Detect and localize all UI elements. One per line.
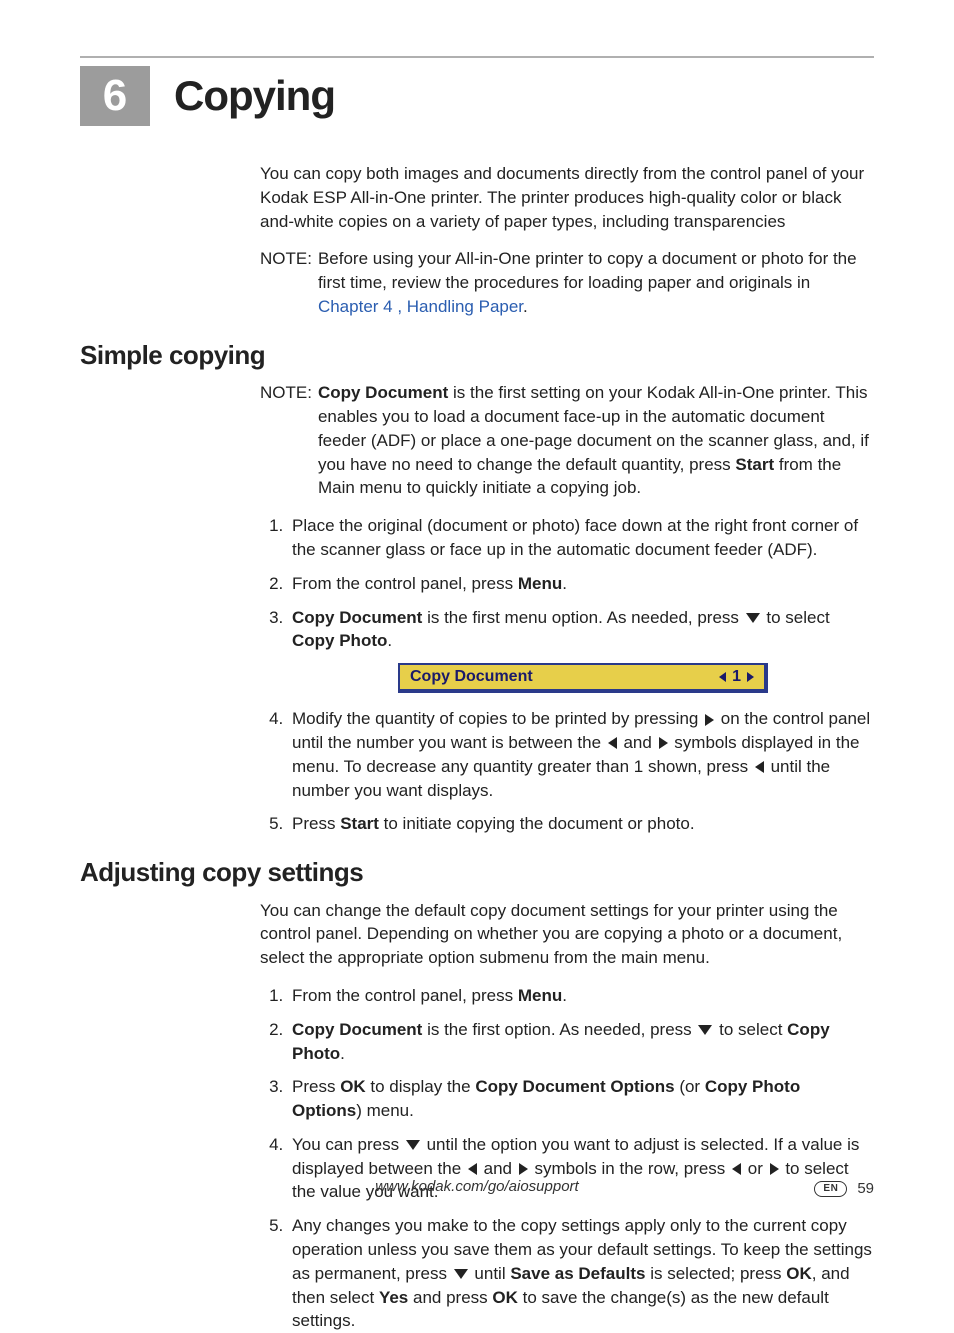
down-arrow-icon [406, 1140, 420, 1150]
footer-url: www.kodak.com/go/aiosupport [375, 1176, 578, 1197]
page-number: 59 [857, 1178, 874, 1199]
note-text-before: Before using your All-in-One printer to … [318, 249, 857, 292]
step-text: to select [714, 1020, 787, 1039]
intro-note: NOTE: Before using your All-in-One print… [260, 247, 874, 318]
note-label: NOTE: [260, 381, 312, 500]
note-body: Copy Document is the first setting on yo… [318, 381, 874, 500]
bold-copy-photo: Copy Photo [292, 631, 387, 650]
step-text: is the first menu option. As needed, pre… [422, 608, 743, 627]
step-2: Copy Document is the first option. As ne… [288, 1018, 874, 1066]
step-text: (or [675, 1077, 705, 1096]
simple-note: NOTE: Copy Document is the first setting… [260, 381, 874, 500]
chapter-4-link[interactable]: Chapter 4 , Handling Paper [318, 297, 523, 316]
step-1: From the control panel, press Menu. [288, 984, 874, 1008]
page-footer: www.kodak.com/go/aiosupport EN 59 [80, 1176, 874, 1197]
bold-menu: Menu [518, 986, 562, 1005]
step-text: to display the [366, 1077, 476, 1096]
step-text: and [479, 1159, 517, 1178]
step-3: Press OK to display the Copy Document Op… [288, 1075, 874, 1123]
step-text: symbols in the row, press [530, 1159, 730, 1178]
step-text: Press [292, 814, 340, 833]
step-text: is the first option. As needed, press [422, 1020, 696, 1039]
bold-copy-document: Copy Document [292, 1020, 422, 1039]
step-text: to initiate copying the document or phot… [379, 814, 695, 833]
bold-start: Start [340, 814, 379, 833]
section-adjusting: Adjusting copy settings [80, 854, 874, 890]
left-arrow-icon [608, 737, 617, 749]
manual-page: 6 Copying You can copy both images and d… [0, 0, 954, 1235]
step-text: until [470, 1264, 511, 1283]
right-arrow-icon [770, 1163, 779, 1175]
lcd-label: Copy Document [410, 666, 533, 688]
step-text: You can press [292, 1135, 404, 1154]
down-arrow-icon [746, 613, 760, 623]
footer-page-group: EN 59 [814, 1178, 874, 1199]
step-text: From the control panel, press [292, 574, 518, 593]
lcd-display: Copy Document 1 [398, 663, 768, 693]
chapter-title: Copying [174, 67, 335, 126]
left-arrow-icon [755, 761, 764, 773]
note-body: Before using your All-in-One printer to … [318, 247, 874, 318]
bold-start: Start [735, 455, 774, 474]
step-text: to select [762, 608, 830, 627]
bold-copy-document: Copy Document [292, 608, 422, 627]
chapter-header: 6 Copying [80, 66, 874, 126]
chapter-number-box: 6 [80, 66, 150, 126]
bold-ok: OK [786, 1264, 812, 1283]
step-text: Modify the quantity of copies to be prin… [292, 709, 703, 728]
bold-yes: Yes [379, 1288, 408, 1307]
step-text: or [743, 1159, 768, 1178]
right-arrow-icon [705, 714, 714, 726]
bold-menu: Menu [518, 574, 562, 593]
step-5: Press Start to initiate copying the docu… [288, 812, 874, 836]
step-5: Any changes you make to the copy setting… [288, 1214, 874, 1333]
section-simple-copying: Simple copying [80, 337, 874, 373]
left-arrow-icon [468, 1163, 477, 1175]
step-text: and press [408, 1288, 492, 1307]
intro-paragraph: You can copy both images and documents d… [260, 162, 874, 233]
right-arrow-icon [747, 672, 754, 682]
step-text: From the control panel, press [292, 986, 518, 1005]
bold-save-as-defaults: Save as Defaults [510, 1264, 645, 1283]
step-text: . [387, 631, 392, 650]
bold-ok: OK [492, 1288, 518, 1307]
lcd-qty-value: 1 [732, 666, 741, 688]
language-badge: EN [814, 1181, 847, 1197]
bold-copy-document-options: Copy Document Options [475, 1077, 674, 1096]
step-text: is selected; press [645, 1264, 786, 1283]
note-text-after: . [523, 297, 528, 316]
step-text: Place the original (document or photo) f… [292, 516, 858, 559]
top-rule [80, 56, 874, 58]
step-1: Place the original (document or photo) f… [288, 514, 874, 562]
simple-steps: Place the original (document or photo) f… [260, 514, 874, 836]
step-3: Copy Document is the first menu option. … [288, 606, 874, 694]
bold-copy-document: Copy Document [318, 383, 448, 402]
step-text: Press [292, 1077, 340, 1096]
lcd-quantity: 1 [719, 666, 754, 688]
left-arrow-icon [719, 672, 726, 682]
step-text: ) menu. [356, 1101, 414, 1120]
adjust-intro: You can change the default copy document… [260, 899, 874, 970]
adjust-steps: From the control panel, press Menu. Copy… [260, 984, 874, 1333]
down-arrow-icon [454, 1269, 468, 1279]
left-arrow-icon [732, 1163, 741, 1175]
bold-ok: OK [340, 1077, 366, 1096]
step-text: . [340, 1044, 345, 1063]
step-text: . [562, 986, 567, 1005]
step-text: and [619, 733, 657, 752]
note-label: NOTE: [260, 247, 312, 318]
step-text: . [562, 574, 567, 593]
chapter-number: 6 [103, 65, 127, 127]
down-arrow-icon [698, 1025, 712, 1035]
right-arrow-icon [659, 737, 668, 749]
step-4: Modify the quantity of copies to be prin… [288, 707, 874, 802]
right-arrow-icon [519, 1163, 528, 1175]
step-2: From the control panel, press Menu. [288, 572, 874, 596]
